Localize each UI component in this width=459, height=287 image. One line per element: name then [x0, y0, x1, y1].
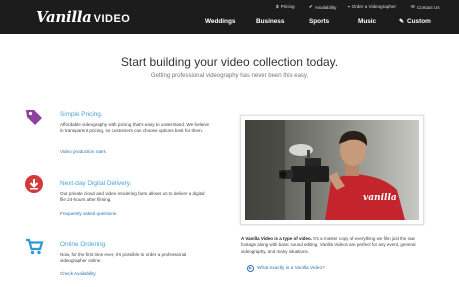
logo-script-text: Vanilla: [36, 8, 92, 26]
nav-music[interactable]: Music: [358, 18, 376, 25]
utility-link-availability[interactable]: ✔ Availability: [309, 4, 336, 10]
feature-text-pricing: Affordable videography with pricing that…: [60, 122, 210, 134]
page-subheadline: Getting professional videography has nev…: [150, 73, 309, 79]
feature-text-ordering: Now, for the first time ever, it's possi…: [60, 252, 187, 264]
shirt-logo-text: vanilla: [363, 193, 397, 203]
feature-title-ordering: Online Ordering.: [60, 241, 107, 248]
price-tag-icon: [26, 110, 42, 125]
dollar-icon: $: [276, 4, 279, 9]
shopping-cart-icon: [26, 238, 44, 255]
site-header: Vanilla VIDEO $ Pricing ✔ Availability ▪ …: [0, 0, 459, 34]
cart-icon: ▪: [348, 4, 350, 9]
check-circle-icon: ✔: [309, 4, 313, 9]
feature-photo: vanilla: [240, 115, 424, 225]
nav-custom[interactable]: ✎ Custom: [399, 18, 431, 25]
nav-weddings[interactable]: Weddings: [205, 18, 235, 25]
utility-label: Order a Videographer: [351, 4, 396, 9]
play-circle-icon: ▶: [247, 265, 254, 272]
utility-link-contact[interactable]: ✉ Contact Us: [411, 4, 440, 10]
pencil-icon: ✎: [399, 19, 405, 25]
utility-link-pricing[interactable]: $ Pricing: [276, 4, 295, 9]
link-video-production-rates[interactable]: Video production rates: [60, 149, 106, 154]
vanilla-video-description: A Vanilla Video is a type of video. It's…: [241, 236, 426, 255]
nav-sports[interactable]: Sports: [309, 18, 329, 25]
envelope-icon: ✉: [411, 4, 415, 9]
utility-label: Contact Us: [416, 4, 440, 10]
nav-custom-label: Custom: [407, 18, 431, 25]
utility-label: Pricing: [280, 4, 295, 9]
link-frequently-asked-questions[interactable]: Frequently asked questions: [60, 211, 116, 216]
page-headline: Start building your video collection tod…: [120, 55, 339, 69]
logo-video-text: VIDEO: [93, 13, 131, 25]
nav-business[interactable]: Business: [256, 18, 284, 25]
what-is-vanilla-video-label: What exactly is a Vanilla Video?: [257, 266, 325, 271]
link-check-availability[interactable]: Check Availability: [60, 271, 96, 276]
feature-title-pricing: Simple Pricing.: [60, 111, 103, 118]
what-is-vanilla-video-link[interactable]: ▶ What exactly is a Vanilla Video?: [247, 265, 325, 272]
utility-label: Availability: [314, 4, 337, 10]
cloud-download-icon: [25, 175, 43, 193]
caption-lead: A Vanilla Video is a type of video.: [241, 236, 313, 241]
site-logo[interactable]: Vanilla VIDEO: [36, 8, 130, 27]
videographer-photo: vanilla: [245, 120, 419, 220]
utility-link-order[interactable]: ▪ Order a Videographer: [348, 4, 396, 9]
feature-title-delivery: Next-day Digital Delivery.: [60, 180, 132, 187]
feature-text-delivery: Our private cloud and video rendering fa…: [60, 191, 205, 203]
